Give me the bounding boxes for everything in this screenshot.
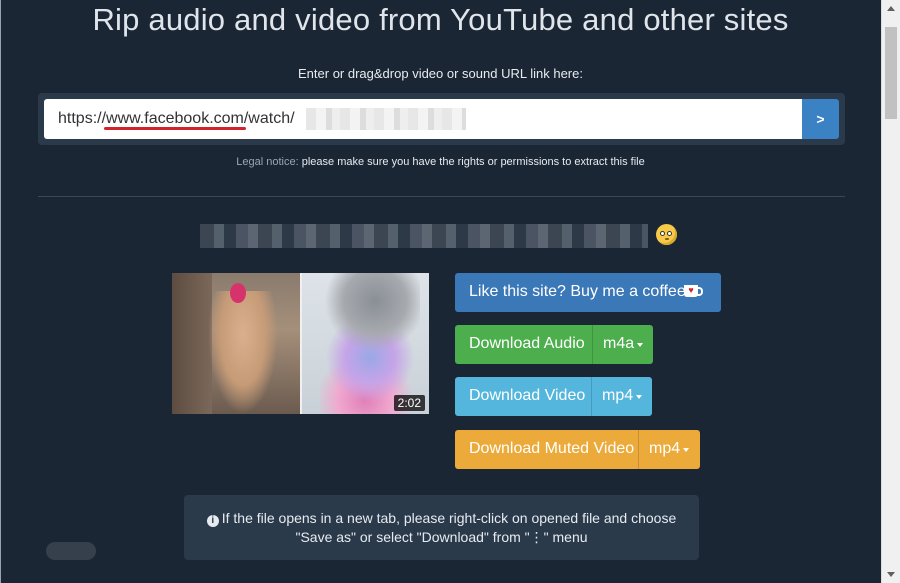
thumbnail-separator [300, 273, 302, 414]
thumbnail-left-image [172, 273, 300, 414]
audio-format-dropdown[interactable]: m4a [592, 325, 653, 364]
download-muted-video-button[interactable]: Download Muted Video mp4 [455, 430, 700, 469]
scroll-up-arrow-icon[interactable] [882, 0, 900, 18]
muted-format-value: mp4 [649, 440, 681, 457]
buy-coffee-label: Like this site? Buy me a coffee [469, 283, 686, 300]
vertical-scrollbar[interactable] [881, 0, 900, 583]
muted-format-dropdown[interactable]: mp4 [638, 430, 700, 469]
info-line-2: "Save as" or select "Download" from "⋮" … [295, 529, 588, 545]
coffee-cup-icon: ♥ [684, 285, 703, 297]
info-line-1: If the file opens in a new tab, please r… [221, 510, 677, 526]
watermark-logo [6, 538, 156, 572]
url-input-value: https://www.facebook.com/watch/ [58, 110, 295, 127]
caret-down-icon [637, 343, 643, 347]
legal-notice: Legal notice: please make sure you have … [0, 156, 881, 168]
download-muted-video-label: Download Muted Video [469, 440, 635, 457]
download-audio-label: Download Audio [469, 335, 585, 352]
submit-url-button[interactable]: > [802, 99, 839, 139]
emoji-face-icon [656, 224, 677, 245]
info-icon: i [206, 515, 219, 527]
legal-notice-label: Legal notice: [236, 156, 299, 168]
legal-notice-text: please make sure you have the rights or … [301, 156, 645, 168]
download-info-box: i If the file opens in a new tab, please … [184, 495, 699, 560]
video-format-dropdown[interactable]: mp4 [591, 377, 652, 416]
download-audio-button[interactable]: Download Audio m4a [455, 325, 653, 364]
download-video-label: Download Video [469, 387, 586, 404]
download-video-button[interactable]: Download Video mp4 [455, 377, 652, 416]
video-title-blurred [200, 224, 648, 248]
url-hint: Enter or drag&drop video or sound URL li… [298, 66, 583, 81]
divider [38, 196, 845, 197]
audio-format-value: m4a [603, 335, 635, 352]
video-format-value: mp4 [602, 387, 634, 404]
scroll-down-arrow-icon[interactable] [882, 565, 900, 583]
video-thumbnail[interactable]: 2:02 [172, 273, 429, 414]
buy-coffee-button[interactable]: Like this site? Buy me a coffee ♥ [455, 273, 721, 312]
caret-down-icon [636, 395, 642, 399]
caret-down-icon [683, 448, 689, 452]
url-highlight-underline [104, 127, 246, 130]
scrollbar-thumb[interactable] [885, 27, 897, 119]
thumbnail-right-image [300, 273, 429, 414]
video-duration: 2:02 [393, 395, 425, 411]
url-blurred-segment [306, 108, 466, 130]
page-title: Rip audio and video from YouTube and oth… [92, 2, 789, 37]
